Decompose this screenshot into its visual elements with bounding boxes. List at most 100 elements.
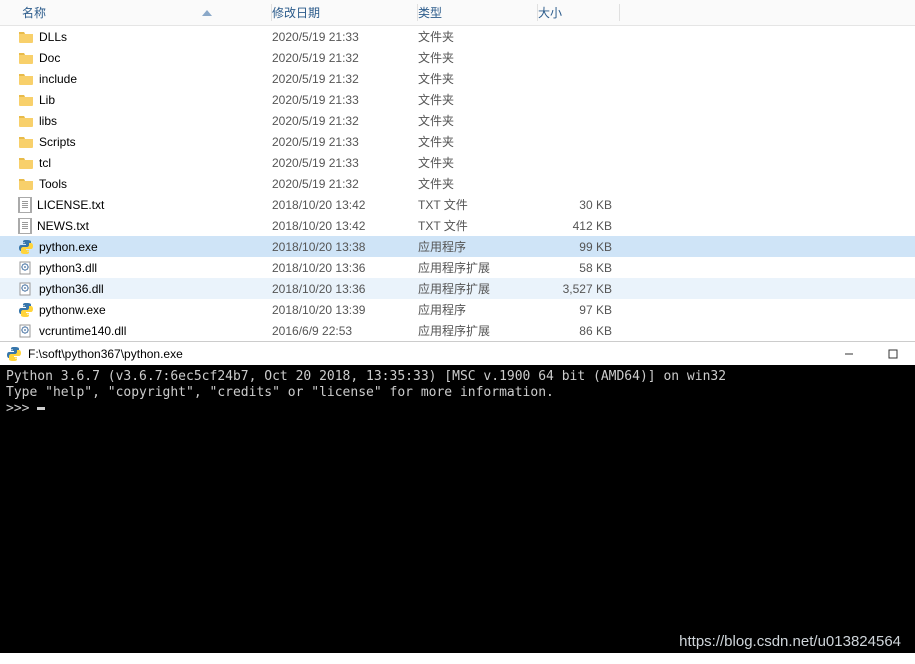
file-date: 2020/5/19 21:32	[272, 114, 418, 128]
file-size: 86 KB	[538, 324, 620, 338]
file-type: 文件夹	[418, 28, 538, 45]
terminal-window: F:\soft\python367\python.exe Python 3.6.…	[0, 341, 915, 653]
file-name: NEWS.txt	[37, 219, 89, 233]
file-size: 30 KB	[538, 198, 620, 212]
file-type: 文件夹	[418, 154, 538, 171]
file-date: 2018/10/20 13:36	[272, 261, 418, 275]
file-name: LICENSE.txt	[37, 198, 104, 212]
txt-icon	[18, 218, 32, 234]
terminal-output[interactable]: Python 3.6.7 (v3.6.7:6ec5cf24b7, Oct 20 …	[0, 365, 915, 653]
file-name: Doc	[39, 51, 60, 65]
file-type: TXT 文件	[418, 217, 538, 234]
file-date: 2018/10/20 13:42	[272, 198, 418, 212]
file-size: 412 KB	[538, 219, 620, 233]
file-date: 2018/10/20 13:39	[272, 303, 418, 317]
cursor-icon	[37, 407, 45, 410]
file-type: TXT 文件	[418, 196, 538, 213]
column-label: 修改日期	[272, 4, 320, 21]
file-date: 2020/5/19 21:32	[272, 72, 418, 86]
column-header-date[interactable]: 修改日期	[272, 0, 418, 25]
file-size: 99 KB	[538, 240, 620, 254]
watermark-text: https://blog.csdn.net/u013824564	[679, 633, 901, 650]
folder-icon	[18, 92, 34, 108]
file-row[interactable]: tcl 2020/5/19 21:33文件夹	[0, 152, 915, 173]
folder-icon	[18, 113, 34, 129]
file-name: libs	[39, 114, 57, 128]
py-icon	[18, 302, 34, 318]
file-date: 2016/6/9 22:53	[272, 324, 418, 338]
file-type: 文件夹	[418, 175, 538, 192]
dll-icon	[18, 323, 34, 339]
file-date: 2020/5/19 21:33	[272, 93, 418, 107]
file-name: tcl	[39, 156, 51, 170]
file-name: Lib	[39, 93, 55, 107]
folder-icon	[18, 71, 34, 87]
dll-icon	[18, 260, 34, 276]
column-label: 名称	[22, 4, 46, 21]
terminal-line: Python 3.6.7 (v3.6.7:6ec5cf24b7, Oct 20 …	[6, 369, 726, 384]
minimize-button[interactable]	[827, 342, 871, 365]
dll-icon	[18, 281, 34, 297]
file-type: 应用程序	[418, 301, 538, 318]
file-name: include	[39, 72, 77, 86]
file-date: 2020/5/19 21:32	[272, 177, 418, 191]
file-row[interactable]: Lib 2020/5/19 21:33文件夹	[0, 89, 915, 110]
file-name: Scripts	[39, 135, 76, 149]
column-label: 类型	[418, 4, 442, 21]
file-date: 2020/5/19 21:33	[272, 30, 418, 44]
file-type: 应用程序扩展	[418, 280, 538, 297]
file-row[interactable]: python36.dll 2018/10/20 13:36应用程序扩展3,527 …	[0, 278, 915, 299]
python-icon	[6, 346, 22, 362]
file-row[interactable]: NEWS.txt 2018/10/20 13:42TXT 文件412 KB	[0, 215, 915, 236]
file-date: 2020/5/19 21:32	[272, 51, 418, 65]
file-type: 文件夹	[418, 70, 538, 87]
folder-icon	[18, 134, 34, 150]
file-row[interactable]: include 2020/5/19 21:32文件夹	[0, 68, 915, 89]
terminal-title: F:\soft\python367\python.exe	[28, 347, 183, 361]
file-name: python.exe	[39, 240, 98, 254]
terminal-prompt: >>>	[6, 401, 37, 416]
file-date: 2020/5/19 21:33	[272, 135, 418, 149]
file-date: 2018/10/20 13:36	[272, 282, 418, 296]
file-name: python36.dll	[39, 282, 104, 296]
column-label: 大小	[538, 4, 562, 21]
terminal-titlebar[interactable]: F:\soft\python367\python.exe	[0, 341, 915, 365]
file-size: 3,527 KB	[538, 282, 620, 296]
py-icon	[18, 239, 34, 255]
file-date: 2018/10/20 13:38	[272, 240, 418, 254]
file-row[interactable]: pythonw.exe2018/10/20 13:39应用程序97 KB	[0, 299, 915, 320]
file-row[interactable]: Doc 2020/5/19 21:32文件夹	[0, 47, 915, 68]
file-row[interactable]: LICENSE.txt 2018/10/20 13:42TXT 文件30 KB	[0, 194, 915, 215]
column-header-size[interactable]: 大小	[538, 0, 620, 25]
file-name: python3.dll	[39, 261, 97, 275]
file-type: 应用程序扩展	[418, 259, 538, 276]
column-header-name[interactable]: 名称	[0, 0, 272, 25]
sort-ascending-icon	[202, 10, 212, 16]
file-type: 应用程序扩展	[418, 322, 538, 339]
file-type: 应用程序	[418, 238, 538, 255]
folder-icon	[18, 29, 34, 45]
file-row[interactable]: Tools2020/5/19 21:32文件夹	[0, 173, 915, 194]
file-name: vcruntime140.dll	[39, 324, 126, 338]
folder-icon	[18, 50, 34, 66]
terminal-line: Type "help", "copyright", "credits" or "…	[6, 385, 554, 400]
file-row[interactable]: python.exe 2018/10/20 13:38应用程序99 KB	[0, 236, 915, 257]
file-date: 2018/10/20 13:42	[272, 219, 418, 233]
column-header-row: 名称 修改日期 类型 大小	[0, 0, 915, 26]
file-explorer-panel: 名称 修改日期 类型 大小 DLLs2020/5/19 21:33文件夹Doc2…	[0, 0, 915, 341]
file-size: 58 KB	[538, 261, 620, 275]
file-date: 2020/5/19 21:33	[272, 156, 418, 170]
file-name: pythonw.exe	[39, 303, 106, 317]
file-row[interactable]: Scripts2020/5/19 21:33文件夹	[0, 131, 915, 152]
file-type: 文件夹	[418, 49, 538, 66]
file-row[interactable]: DLLs 2020/5/19 21:33文件夹	[0, 26, 915, 47]
file-type: 文件夹	[418, 91, 538, 108]
file-row[interactable]: libs 2020/5/19 21:32文件夹	[0, 110, 915, 131]
file-row[interactable]: vcruntime140.dll 2016/6/9 22:53应用程序扩展86 K…	[0, 320, 915, 341]
file-list: DLLs2020/5/19 21:33文件夹Doc2020/5/19 21:32…	[0, 26, 915, 341]
file-type: 文件夹	[418, 112, 538, 129]
column-header-type[interactable]: 类型	[418, 0, 538, 25]
file-row[interactable]: python3.dll 2018/10/20 13:36应用程序扩展58 KB	[0, 257, 915, 278]
file-name: DLLs	[39, 30, 67, 44]
maximize-button[interactable]	[871, 342, 915, 365]
